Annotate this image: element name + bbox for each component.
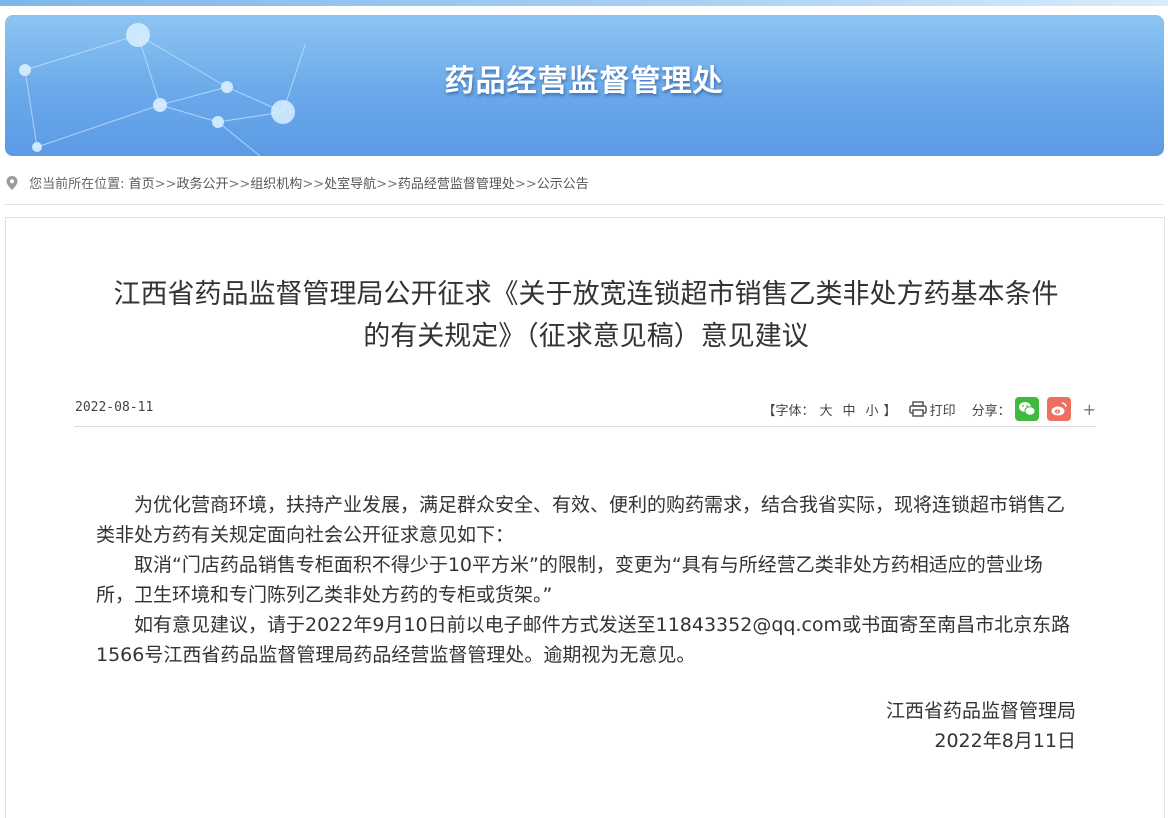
print-icon bbox=[908, 401, 927, 417]
article-paragraph: 如有意见建议，请于2022年9月10日前以电子邮件方式发送至11843352@q… bbox=[96, 614, 1071, 666]
wechat-icon bbox=[1018, 402, 1036, 416]
breadcrumb-home[interactable]: 首页 bbox=[129, 177, 155, 192]
article-title: 江西省药品监督管理局公开征求《关于放宽连锁超市销售乙类非处方药基本条件 的有关规… bbox=[76, 274, 1096, 358]
font-size-label: 【字体： bbox=[762, 403, 815, 419]
article-container: 江西省药品监督管理局公开征求《关于放宽连锁超市销售乙类非处方药基本条件 的有关规… bbox=[5, 217, 1165, 818]
publish-date: 2022-08-11 bbox=[75, 400, 154, 415]
location-pin-icon bbox=[6, 176, 18, 190]
banner-title: 药品经营监督管理处 bbox=[444, 64, 724, 99]
article-title-line-1: 江西省药品监督管理局公开征求《关于放宽连锁超市销售乙类非处方药基本条件 bbox=[113, 279, 1059, 310]
print-button[interactable]: 打印 bbox=[908, 400, 956, 419]
breadcrumb-separator: >> bbox=[302, 177, 325, 192]
signature-organization: 江西省药品监督管理局 bbox=[885, 700, 1076, 722]
share-more-button[interactable]: + bbox=[1083, 400, 1096, 419]
share-wechat-button[interactable] bbox=[1014, 397, 1039, 421]
article-paragraph: 为优化营商环境，扶持产业发展，满足群众安全、有效、便利的购药需求，结合我省实际，… bbox=[96, 494, 1066, 546]
article-tools: 【字体： 大 中 小 】 打印 分享： + bbox=[762, 396, 1096, 422]
breadcrumb-gov-open[interactable]: 政务公开 bbox=[176, 177, 228, 192]
breadcrumb-separator: >> bbox=[228, 177, 251, 192]
font-size-medium-button[interactable]: 中 bbox=[843, 400, 856, 419]
breadcrumb-organization[interactable]: 组织机构 bbox=[250, 177, 302, 192]
font-size-small-button[interactable]: 小 bbox=[866, 400, 879, 419]
breadcrumb-divider bbox=[5, 204, 1164, 205]
top-strip bbox=[0, 0, 1168, 6]
signature-date: 2022年8月11日 bbox=[934, 730, 1076, 752]
font-size-large-button[interactable]: 大 bbox=[820, 400, 833, 419]
breadcrumb-prefix: 您当前所在位置: bbox=[29, 177, 125, 192]
breadcrumb-notices[interactable]: 公示公告 bbox=[537, 177, 589, 192]
share-label: 分享： bbox=[971, 403, 1011, 419]
share-weibo-button[interactable] bbox=[1046, 397, 1071, 421]
font-size-close-bracket: 】 bbox=[883, 403, 897, 419]
breadcrumb-department[interactable]: 药品经营监督管理处 bbox=[398, 177, 515, 192]
article-title-line-2: 的有关规定》（征求意见稿）意见建议 bbox=[363, 321, 809, 352]
breadcrumb-separator: >> bbox=[154, 177, 177, 192]
article-body: 为优化营商环境，扶持产业发展，满足群众安全、有效、便利的购药需求，结合我省实际，… bbox=[96, 490, 1076, 670]
breadcrumb-separator: >> bbox=[376, 177, 398, 192]
article-signature: 江西省药品监督管理局 2022年8月11日 bbox=[886, 696, 1076, 756]
breadcrumb-department-nav[interactable]: 处室导航 bbox=[324, 177, 376, 192]
article-paragraph: 取消“门店药品销售专柜面积不得少于10平方米”的限制，变更为“具有与所经营乙类非… bbox=[96, 554, 1043, 606]
print-label: 打印 bbox=[929, 403, 956, 419]
breadcrumb-separator: >> bbox=[514, 177, 537, 192]
breadcrumb: 您当前所在位置: 首页>>政务公开>>组织机构>>处室导航>>药品经营监督管理处… bbox=[5, 174, 589, 196]
article-meta-bar: 2022-08-11 【字体： 大 中 小 】 打印 分享： + bbox=[74, 396, 1096, 427]
weibo-icon bbox=[1051, 402, 1067, 416]
